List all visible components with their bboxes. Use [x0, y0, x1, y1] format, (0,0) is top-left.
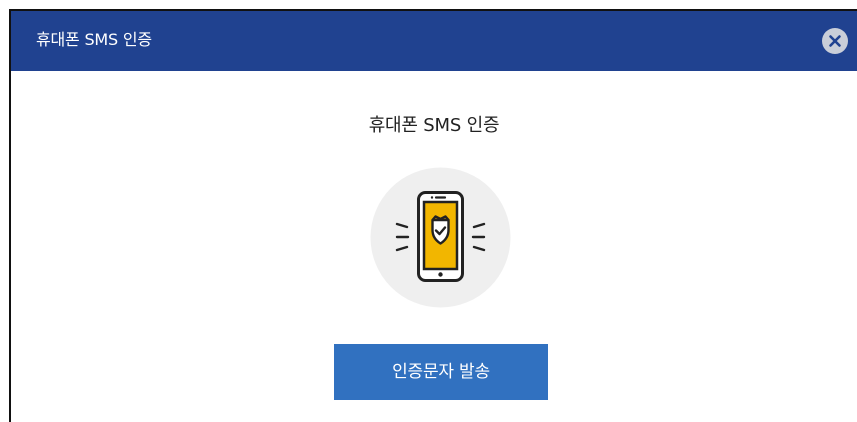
phone-shield-icon	[370, 167, 511, 308]
page-title: 휴대폰 SMS 인증	[368, 115, 500, 136]
dialog-titlebar: 휴대폰 SMS 인증	[11, 11, 857, 71]
close-button[interactable]	[822, 28, 848, 54]
sms-auth-dialog: 휴대폰 SMS 인증 휴대폰 SMS 인증 인증문자 발송	[9, 9, 857, 422]
dialog-title: 휴대폰 SMS 인증	[36, 30, 152, 49]
close-icon	[829, 35, 841, 47]
send-verification-sms-button[interactable]: 인증문자 발송	[334, 344, 548, 400]
